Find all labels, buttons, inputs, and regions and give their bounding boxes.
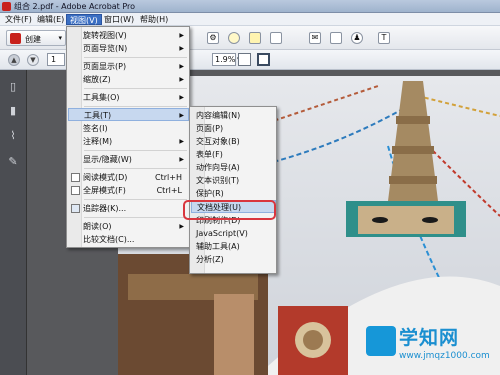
menu-separator <box>84 217 187 218</box>
previous-page-icon[interactable]: ▲ <box>8 54 20 66</box>
zoom-input[interactable]: 1.9% <box>212 53 236 66</box>
create-icon <box>10 33 21 44</box>
watermark-logo-icon <box>366 326 396 356</box>
gear-icon[interactable]: ⚙ <box>207 32 219 44</box>
annotation-highlight-ring <box>183 200 276 220</box>
submenu-arrow-icon: ▶ <box>179 223 184 230</box>
view-menu-item-zoom[interactable]: 缩放(Z) ▶ <box>68 73 188 86</box>
menu-separator <box>84 168 187 169</box>
signature-icon[interactable]: ✎ <box>7 155 19 169</box>
page-thumbnails-icon[interactable]: ▯ <box>7 80 19 94</box>
item-label: 缩放(Z) <box>83 75 111 84</box>
item-label: 比较文档(C)... <box>83 235 135 244</box>
view-menu-item-rotate[interactable]: 旋转视图(V) ▶ <box>68 29 188 42</box>
item-label: 显示/隐藏(W) <box>83 155 132 164</box>
item-label: 全屏模式(F) <box>83 186 126 195</box>
menu-file[interactable]: 文件(F) <box>2 14 35 25</box>
item-label: 签名(I) <box>83 124 108 133</box>
menu-separator <box>84 88 187 89</box>
item-label: 注释(M) <box>83 137 113 146</box>
item-label: 页面显示(P) <box>83 62 127 71</box>
read-mode-checkbox-icon <box>71 173 80 182</box>
view-menu-item-compare-documents[interactable]: 比较文档(C)... <box>68 233 188 246</box>
tools-submenu: 内容编辑(N) 页面(P) 交互对象(B) 表单(F) 动作向导(A) 文本识别… <box>189 106 277 274</box>
tools-item-protection[interactable]: 保护(R) <box>191 187 275 200</box>
chevron-down-icon: ▾ <box>58 34 62 42</box>
menu-bar: 文件(F) 编辑(E) 视图(V) 窗口(W) 帮助(H) <box>0 13 500 26</box>
tools-item-action-wizard[interactable]: 动作向导(A) <box>191 161 275 174</box>
submenu-arrow-icon: ▶ <box>179 112 184 119</box>
view-menu-item-comment[interactable]: 注释(M) ▶ <box>68 135 188 148</box>
next-page-icon[interactable]: ▼ <box>27 54 39 66</box>
watermark-url: www.jmqz1000.com <box>399 351 490 361</box>
item-label: 页面导览(N) <box>83 44 128 53</box>
view-menu-item-read-aloud[interactable]: 朗读(O) ▶ <box>68 220 188 233</box>
view-menu-item-toolsets[interactable]: 工具集(O) ▶ <box>68 91 188 104</box>
highlight-pen-icon[interactable] <box>249 32 261 44</box>
share-icon[interactable] <box>330 32 342 44</box>
page-number-input[interactable]: 1 <box>47 53 65 66</box>
sign-user-icon[interactable]: ♟ <box>351 32 363 44</box>
tools-item-javascript[interactable]: JavaScript(V) <box>191 227 275 240</box>
view-menu-item-tracker[interactable]: 追踪器(K)... <box>68 202 188 215</box>
view-menu-item-full-screen[interactable]: 全屏模式(F) Ctrl+L <box>68 184 188 197</box>
bookmark-icon[interactable]: ▮ <box>7 104 19 118</box>
view-menu-item-page-display[interactable]: 页面显示(P) ▶ <box>68 60 188 73</box>
acrobat-app-icon <box>2 2 11 11</box>
menu-separator <box>84 106 187 107</box>
view-menu-item-show-hide[interactable]: 显示/隐藏(W) ▶ <box>68 153 188 166</box>
watermark-name: 学知网 <box>399 327 460 349</box>
tools-item-accessibility[interactable]: 辅助工具(A) <box>191 240 275 253</box>
item-label: 追踪器(K)... <box>83 204 127 213</box>
attachment-icon[interactable]: ⌇ <box>7 129 19 143</box>
tools-item-text-recognition[interactable]: 文本识别(T) <box>191 174 275 187</box>
fit-width-icon[interactable] <box>238 53 251 66</box>
submenu-arrow-icon: ▶ <box>179 94 184 101</box>
menu-window[interactable]: 窗口(W) <box>101 14 137 25</box>
submenu-arrow-icon: ▶ <box>179 45 184 52</box>
submenu-arrow-icon: ▶ <box>179 32 184 39</box>
site-watermark: 学知网 www.jmqz1000.com <box>366 323 494 371</box>
item-label: 工具集(O) <box>83 93 120 102</box>
item-label: 阅读模式(D) <box>83 173 128 182</box>
tools-item-pages[interactable]: 页面(P) <box>191 122 275 135</box>
menu-view[interactable]: 视图(V) <box>66 14 102 25</box>
tools-item-forms[interactable]: 表单(F) <box>191 148 275 161</box>
window-title: 组合 2.pdf - Adobe Acrobat Pro <box>14 2 136 11</box>
view-menu: 旋转视图(V) ▶ 页面导览(N) ▶ 页面显示(P) ▶ 缩放(Z) ▶ 工具集(O)… <box>66 26 190 248</box>
menu-separator <box>84 57 187 58</box>
submenu-arrow-icon: ▶ <box>179 76 184 83</box>
shortcut-label: Ctrl+H <box>155 173 182 182</box>
shortcut-label: Ctrl+L <box>156 186 182 195</box>
create-label: 创建 <box>25 35 41 44</box>
menu-separator <box>84 199 187 200</box>
menu-edit[interactable]: 编辑(E) <box>34 14 67 25</box>
tools-item-content-edit[interactable]: 内容编辑(N) <box>191 109 275 122</box>
stamp-icon[interactable] <box>270 32 282 44</box>
full-screen-checkbox-icon <box>71 186 80 195</box>
item-label: 工具(T) <box>84 111 112 120</box>
tools-item-analyze[interactable]: 分析(Z) <box>191 253 275 266</box>
submenu-arrow-icon: ▶ <box>179 63 184 70</box>
text-tool-icon[interactable]: T <box>378 32 390 44</box>
title-bar: 组合 2.pdf - Adobe Acrobat Pro <box>0 0 500 13</box>
tools-item-interactive-objects[interactable]: 交互对象(B) <box>191 135 275 148</box>
menu-separator <box>84 150 187 151</box>
item-label: 朗读(O) <box>83 222 112 231</box>
submenu-arrow-icon: ▶ <box>179 138 184 145</box>
tracker-icon <box>71 204 80 213</box>
create-button[interactable]: 创建 ▾ <box>6 30 66 46</box>
navigation-panel: ▯ ▮ ⌇ ✎ <box>0 70 27 375</box>
email-icon[interactable]: ✉ <box>309 32 321 44</box>
view-menu-item-page-navigation[interactable]: 页面导览(N) ▶ <box>68 42 188 55</box>
view-menu-item-tools[interactable]: 工具(T) ▶ <box>68 108 189 121</box>
view-menu-item-sign[interactable]: 签名(I) <box>68 122 188 135</box>
item-label: 旋转视图(V) <box>83 31 127 40</box>
view-menu-item-read-mode[interactable]: 阅读模式(D) Ctrl+H <box>68 171 188 184</box>
fit-page-icon[interactable] <box>257 53 270 66</box>
menu-help[interactable]: 帮助(H) <box>137 14 171 25</box>
comment-icon[interactable] <box>228 32 240 44</box>
submenu-arrow-icon: ▶ <box>179 156 184 163</box>
